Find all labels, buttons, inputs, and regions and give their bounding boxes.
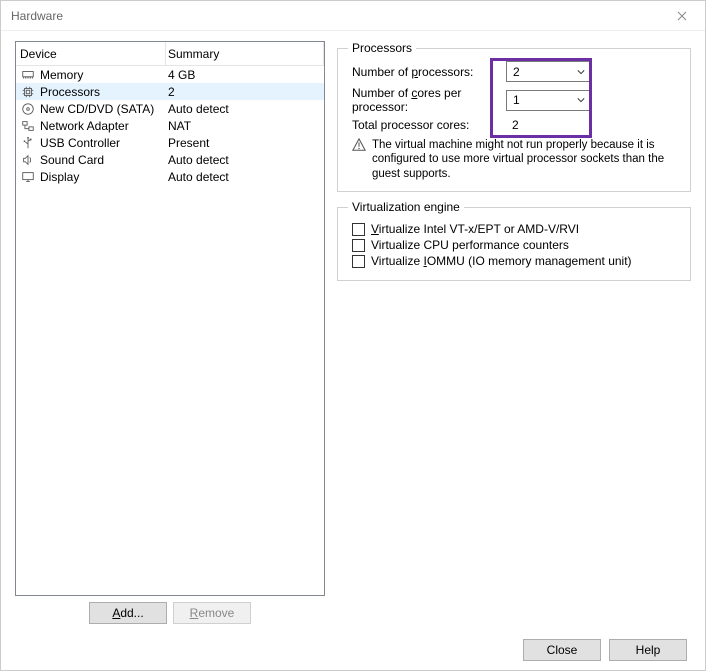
device-row-display[interactable]: Display Auto detect xyxy=(16,168,324,185)
help-button[interactable]: Help xyxy=(609,639,687,661)
device-name: Display xyxy=(40,170,79,184)
cores-per-processor-select[interactable]: 1 xyxy=(506,90,592,111)
device-name: Processors xyxy=(40,85,100,99)
title-bar: Hardware xyxy=(1,1,705,31)
device-name: USB Controller xyxy=(40,136,120,150)
device-row-memory[interactable]: Memory 4 GB xyxy=(16,66,324,83)
processors-group: Processors Number of processors: 2 Numbe… xyxy=(337,41,691,192)
remove-button: Remove xyxy=(173,602,251,624)
device-summary: Auto detect xyxy=(166,153,324,167)
device-row-network-adapter[interactable]: Network Adapter NAT xyxy=(16,117,324,134)
virt-iommu-label: Virtualize IOMMU (IO memory management u… xyxy=(371,254,632,268)
header-summary[interactable]: Summary xyxy=(166,42,324,65)
cd-icon xyxy=(20,101,36,117)
device-summary: 4 GB xyxy=(166,68,324,82)
device-name: New CD/DVD (SATA) xyxy=(40,102,154,116)
device-summary: NAT xyxy=(166,119,324,133)
num-processors-label: Number of processors: xyxy=(352,65,500,79)
checkbox-icon[interactable] xyxy=(352,223,365,236)
num-processors-value: 2 xyxy=(513,65,520,79)
total-cores-label: Total processor cores: xyxy=(352,118,500,132)
device-row-usb-controller[interactable]: USB Controller Present xyxy=(16,134,324,151)
checkbox-icon[interactable] xyxy=(352,255,365,268)
add-button[interactable]: Add... xyxy=(89,602,167,624)
total-cores-value: 2 xyxy=(506,118,592,132)
virt-iommu-row[interactable]: Virtualize IOMMU (IO memory management u… xyxy=(352,254,680,268)
hardware-device-list[interactable]: Device Summary Memory4 GBProcessors2New … xyxy=(15,41,325,596)
virtualization-engine-group: Virtualization engine Virtualize Intel V… xyxy=(337,200,691,281)
cores-per-processor-label: Number of cores per processor: xyxy=(352,86,500,114)
header-device[interactable]: Device xyxy=(16,42,166,65)
display-icon xyxy=(20,169,36,185)
device-summary: Auto detect xyxy=(166,170,324,184)
virt-vtx-row[interactable]: Virtualize Intel VT-x/EPT or AMD-V/RVI xyxy=(352,222,680,236)
chevron-down-icon xyxy=(573,68,589,76)
processor-warning-text: The virtual machine might not run proper… xyxy=(372,138,676,181)
device-summary: Present xyxy=(166,136,324,150)
device-name: Network Adapter xyxy=(40,119,129,133)
processors-legend: Processors xyxy=(348,41,416,55)
device-row-sound-card[interactable]: Sound Card Auto detect xyxy=(16,151,324,168)
virt-engine-legend: Virtualization engine xyxy=(348,200,464,214)
device-name: Memory xyxy=(40,68,83,82)
processor-icon xyxy=(20,84,36,100)
device-summary: Auto detect xyxy=(166,102,324,116)
window-title: Hardware xyxy=(11,9,659,23)
close-window-button[interactable] xyxy=(659,1,705,31)
device-row-processors[interactable]: Processors 2 xyxy=(16,83,324,100)
close-icon xyxy=(677,11,687,21)
cores-per-processor-value: 1 xyxy=(513,93,520,107)
virt-cpu-counters-label: Virtualize CPU performance counters xyxy=(371,238,569,252)
memory-icon xyxy=(20,67,36,83)
usb-icon xyxy=(20,135,36,151)
device-list-header: Device Summary xyxy=(16,42,324,66)
close-button[interactable]: Close xyxy=(523,639,601,661)
warning-icon xyxy=(352,138,366,152)
device-row-new-cd-dvd-sata-[interactable]: New CD/DVD (SATA) Auto detect xyxy=(16,100,324,117)
num-processors-select[interactable]: 2 xyxy=(506,61,592,82)
device-summary: 2 xyxy=(166,85,324,99)
sound-icon xyxy=(20,152,36,168)
chevron-down-icon xyxy=(573,96,589,104)
virt-vtx-label: Virtualize Intel VT-x/EPT or AMD-V/RVI xyxy=(371,222,579,236)
checkbox-icon[interactable] xyxy=(352,239,365,252)
device-name: Sound Card xyxy=(40,153,104,167)
virt-cpu-counters-row[interactable]: Virtualize CPU performance counters xyxy=(352,238,680,252)
network-icon xyxy=(20,118,36,134)
